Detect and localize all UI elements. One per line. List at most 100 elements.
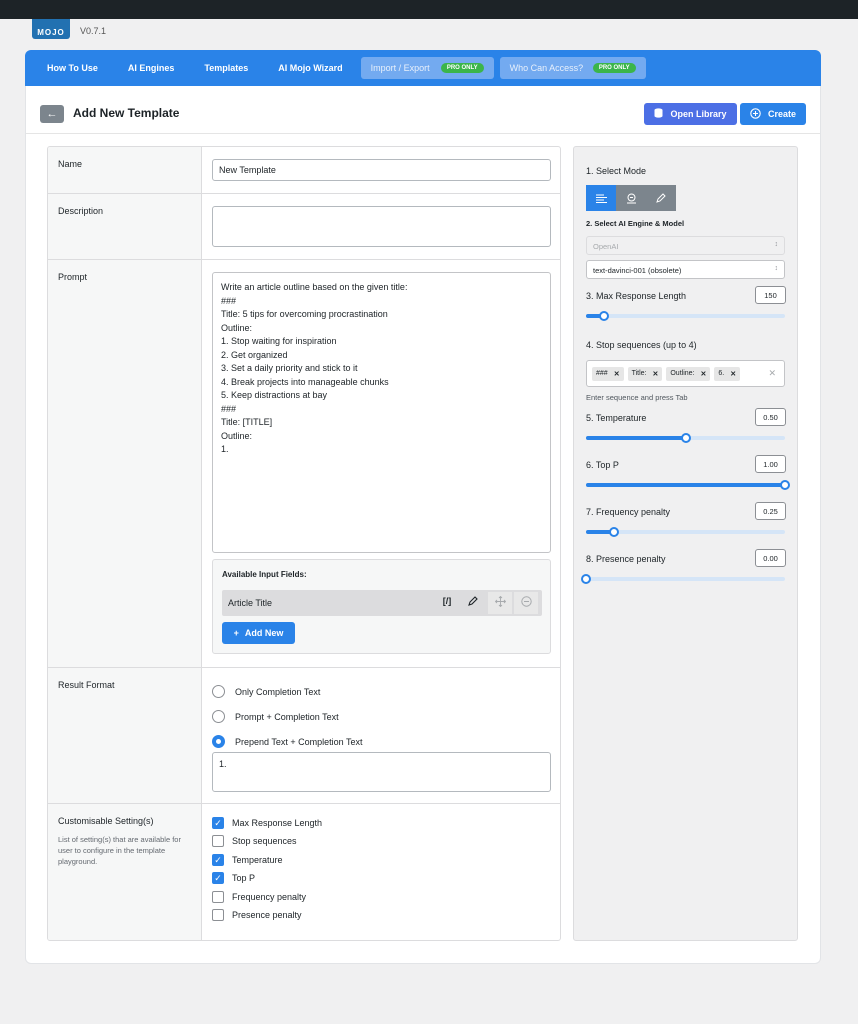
open-library-button[interactable]: Open Library [644, 103, 737, 125]
checkbox-unchecked [212, 891, 224, 903]
customisable-label: Customisable Setting(s) [58, 816, 154, 826]
chip-remove-icon[interactable]: ✕ [700, 370, 706, 378]
radio-label: Prepend Text + Completion Text [235, 736, 363, 747]
slider-thumb[interactable] [581, 574, 591, 584]
prompt-textarea[interactable]: Write an article outline based on the gi… [212, 272, 551, 553]
max-length-slider[interactable] [586, 311, 785, 321]
create-button[interactable]: Create [740, 103, 806, 125]
stop-sequences-label: 4. Stop sequences (up to 4) [586, 340, 697, 350]
radio-circle [212, 685, 225, 698]
checkbox-unchecked [212, 835, 224, 847]
page-header: ← Add New Template Open Library Create [26, 90, 820, 134]
checkbox-temperature[interactable]: ✓ Temperature [212, 854, 283, 866]
radio-label: Only Completion Text [235, 686, 321, 697]
description-row: Description [48, 194, 560, 260]
nav-templates[interactable]: Templates [192, 57, 260, 79]
app-logo: MOJO [32, 19, 70, 39]
name-row: Name New Template [48, 147, 560, 194]
temperature-slider[interactable] [586, 433, 785, 443]
nav-label: Import / Export [370, 63, 430, 73]
chip-text: 6. [718, 369, 725, 377]
template-form: Name New Template Description Prompt Wri… [47, 146, 561, 941]
checkbox-stop-sequences[interactable]: Stop sequences [212, 835, 297, 847]
checkbox-label: Top P [232, 873, 256, 883]
clear-all-icon[interactable]: ✕ [768, 368, 776, 379]
top-p-slider[interactable] [586, 480, 790, 490]
checkbox-presence-penalty[interactable]: Presence penalty [212, 909, 302, 921]
chip-text: Outline: [670, 369, 695, 377]
chip-text: ### [596, 369, 608, 377]
stop-chip: ### ✕ [592, 366, 624, 381]
drag-move-icon[interactable] [488, 592, 512, 614]
settings-sidebar: 1. Select Mode 2. Select AI Engine & Mod… [573, 146, 798, 941]
engine-model-label: 2. Select AI Engine & Model [586, 219, 685, 228]
description-label: Description [48, 194, 202, 259]
frequency-penalty-slider[interactable] [586, 527, 785, 537]
nav-how-to-use[interactable]: How To Use [35, 57, 110, 79]
temperature-input[interactable]: 0.50 [755, 408, 786, 426]
slider-thumb[interactable] [780, 480, 790, 490]
prepend-text-input[interactable]: 1. [212, 752, 551, 792]
nav-ai-mojo-wizard[interactable]: AI Mojo Wizard [266, 57, 354, 79]
add-new-button[interactable]: + Add New [222, 622, 295, 644]
select-mode-label: 1. Select Mode [586, 166, 647, 176]
top-p-input[interactable]: 1.00 [755, 455, 786, 473]
slider-thumb[interactable] [608, 527, 619, 537]
mode-edit-icon[interactable] [646, 185, 676, 211]
mode-selector [586, 185, 676, 211]
checkbox-label: Temperature [232, 855, 283, 865]
create-label: Create [767, 109, 796, 119]
engine-select[interactable]: OpenAI [586, 236, 785, 255]
radio-label: Prompt + Completion Text [235, 711, 339, 722]
chip-text: Title: [631, 369, 647, 377]
back-button[interactable]: ← [40, 105, 64, 123]
max-length-input[interactable]: 150 [755, 286, 786, 304]
name-input[interactable]: New Template [212, 159, 551, 181]
radio-prepend-completion[interactable]: Prepend Text + Completion Text [212, 735, 363, 748]
nav-import-export[interactable]: Import / Export PRO ONLY [360, 57, 494, 79]
mode-complete-icon[interactable] [586, 185, 616, 211]
main-nav: How To Use AI Engines Templates AI Mojo … [25, 50, 821, 86]
model-select[interactable]: text-davinci-001 (obsolete) [586, 260, 785, 279]
presence-penalty-slider[interactable] [581, 574, 785, 584]
stop-sequences-hint: Enter sequence and press Tab [586, 393, 688, 402]
radio-only-completion[interactable]: Only Completion Text [212, 685, 320, 698]
result-format-label: Result Format [48, 668, 202, 803]
database-icon [654, 108, 663, 120]
nav-who-can-access[interactable]: Who Can Access? PRO ONLY [499, 57, 646, 79]
input-field-name: Article Title [228, 598, 273, 608]
checkbox-unchecked [212, 909, 224, 921]
checkbox-frequency-penalty[interactable]: Frequency penalty [212, 891, 306, 903]
checkbox-checked: ✓ [212, 872, 224, 884]
checkbox-label: Presence penalty [232, 910, 302, 920]
available-fields-title: Available Input Fields: [222, 570, 307, 579]
app-version: V0.7.1 [80, 26, 107, 36]
checkbox-checked: ✓ [212, 817, 224, 829]
slider-thumb[interactable] [680, 433, 691, 443]
input-field-item: Article Title [/] [222, 590, 542, 616]
checkbox-max-response-length[interactable]: ✓ Max Response Length [212, 817, 322, 829]
remove-circle-icon[interactable] [514, 592, 538, 614]
plus-circle-icon [750, 107, 761, 121]
name-label: Name [48, 147, 202, 193]
pencil-icon[interactable] [465, 596, 481, 609]
presence-penalty-input[interactable]: 0.00 [755, 549, 786, 567]
radio-circle-selected [212, 735, 225, 748]
chip-remove-icon[interactable]: ✕ [652, 370, 658, 378]
checkbox-top-p[interactable]: ✓ Top P [212, 872, 255, 884]
description-input[interactable] [212, 206, 551, 247]
chip-remove-icon[interactable]: ✕ [614, 370, 620, 378]
stop-chip: Outline: ✕ [666, 366, 711, 381]
slider-thumb[interactable] [598, 311, 609, 321]
customisable-description: List of setting(s) that are available fo… [58, 835, 181, 866]
frequency-penalty-input[interactable]: 0.25 [755, 502, 786, 520]
add-new-label: Add New [244, 628, 284, 638]
stop-sequences-input[interactable]: ### ✕ Title: ✕ Outline: ✕ 6. ✕ ✕ [586, 360, 785, 387]
code-icon[interactable]: [/] [439, 596, 455, 606]
presence-penalty-label: 8. Presence penalty [586, 554, 666, 564]
nav-ai-engines[interactable]: AI Engines [116, 57, 187, 79]
mode-insert-icon[interactable] [616, 185, 646, 211]
customisable-label-cell: Customisable Setting(s) List of setting(… [48, 804, 202, 940]
chip-remove-icon[interactable]: ✕ [730, 370, 736, 378]
radio-prompt-completion[interactable]: Prompt + Completion Text [212, 710, 339, 723]
